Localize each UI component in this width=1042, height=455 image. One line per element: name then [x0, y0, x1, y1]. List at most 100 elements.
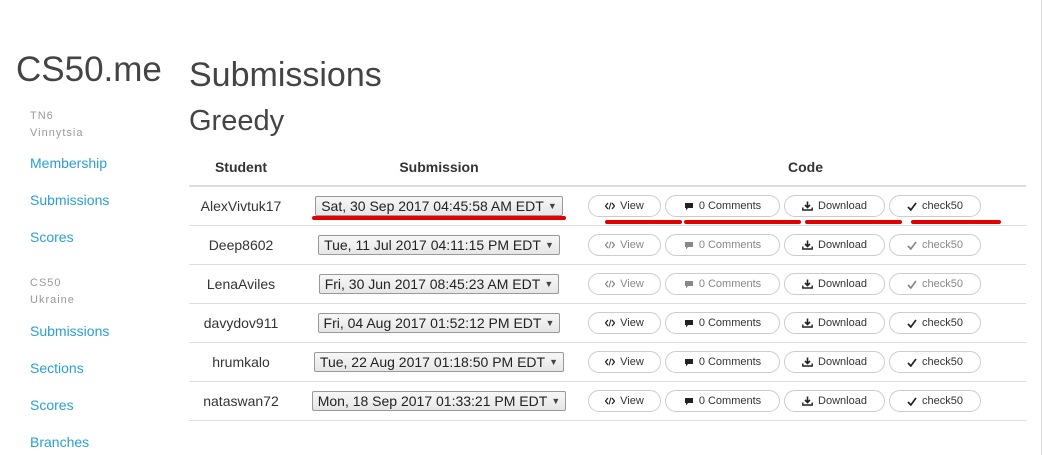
check50-button-label: check50 [922, 317, 963, 329]
view-button[interactable]: View [588, 312, 661, 334]
check-icon [907, 357, 917, 367]
dropdown-caret-icon: ▼ [545, 318, 555, 328]
highlight-underline-view [605, 220, 682, 224]
comments-button-label: 0 Comments [698, 395, 762, 407]
submission-cell: Tue, 22 Aug 2017 01:18:50 PM EDT ▼ [293, 342, 585, 382]
view-button[interactable]: View [588, 195, 661, 217]
comment-icon [684, 358, 694, 367]
view-button[interactable]: View [588, 351, 661, 373]
sidebar-item-scores[interactable]: Scores [30, 229, 74, 245]
check50-button-label: check50 [922, 278, 963, 290]
view-button[interactable]: View [588, 234, 661, 256]
submissions-table: Student Submission Code AlexVivtuk17 Sat… [189, 149, 1026, 421]
view-button[interactable]: View [588, 273, 661, 295]
comments-button[interactable]: 0 Comments [665, 234, 780, 256]
download-icon [802, 357, 813, 367]
code-cell: View 0 Comments Download check50 [585, 342, 1026, 382]
sidebar-item-sections[interactable]: Sections [30, 360, 84, 376]
check50-button[interactable]: check50 [889, 195, 981, 217]
comment-icon [684, 202, 694, 211]
submission-select-value: Fri, 30 Jun 2017 08:45:23 AM EDT [324, 276, 541, 292]
student-cell: hrumkalo [189, 342, 293, 382]
download-button-label: Download [818, 356, 867, 368]
submission-select[interactable]: Sat, 30 Sep 2017 04:45:58 AM EDT ▼ [315, 196, 563, 216]
student-name: AlexVivtuk17 [200, 198, 282, 214]
submission-cell: Tue, 11 Jul 2017 04:11:15 PM EDT ▼ [293, 225, 585, 265]
student-cell: nataswan72 [189, 381, 293, 421]
submission-select[interactable]: Fri, 04 Aug 2017 01:52:12 PM EDT ▼ [317, 313, 561, 333]
highlight-underline-check50 [911, 220, 1001, 224]
dropdown-caret-icon: ▼ [551, 396, 561, 406]
code-cell: View 0 Comments Download check50 [585, 381, 1026, 421]
check50-button-label: check50 [922, 200, 963, 212]
view-button-label: View [620, 278, 644, 290]
submission-cell: Fri, 04 Aug 2017 01:52:12 PM EDT ▼ [293, 303, 585, 343]
comments-button[interactable]: 0 Comments [665, 273, 780, 295]
sidebar-group-title: TN6 Vinnytsia [30, 108, 83, 142]
table-row: hrumkalo Tue, 22 Aug 2017 01:18:50 PM ED… [189, 342, 1026, 382]
view-button-label: View [620, 239, 644, 251]
group-name: TN6 [30, 110, 54, 122]
download-icon [802, 201, 813, 211]
download-button[interactable]: Download [784, 273, 885, 295]
download-button[interactable]: Download [784, 351, 885, 373]
check-icon [907, 201, 917, 211]
view-button-label: View [620, 317, 644, 329]
download-button[interactable]: Download [784, 390, 885, 412]
download-icon [802, 318, 813, 328]
download-button[interactable]: Download [784, 195, 885, 217]
student-cell: davydov911 [189, 303, 293, 343]
check50-button[interactable]: check50 [889, 312, 981, 334]
column-header-student: Student [189, 149, 293, 187]
check50-button[interactable]: check50 [889, 351, 981, 373]
check-icon [907, 240, 917, 250]
check-icon [907, 318, 917, 328]
highlight-underline-submission [312, 216, 566, 220]
code-cell: View 0 Comments Download check50 [585, 264, 1026, 304]
check50-button[interactable]: check50 [889, 390, 981, 412]
download-icon [802, 396, 813, 406]
download-button-label: Download [818, 200, 867, 212]
student-name: nataswan72 [203, 393, 279, 409]
column-header-submission: Submission [293, 149, 585, 187]
comments-button[interactable]: 0 Comments [665, 390, 780, 412]
brand-logo[interactable]: CS50.me [16, 50, 162, 90]
code-button-group: View 0 Comments Download check50 [588, 273, 1026, 295]
comments-button[interactable]: 0 Comments [665, 351, 780, 373]
download-icon [802, 240, 813, 250]
code-icon [605, 241, 616, 249]
comments-button[interactable]: 0 Comments [665, 312, 780, 334]
comment-icon [684, 280, 694, 289]
dropdown-caret-icon: ▼ [549, 357, 559, 367]
table-row: nataswan72 Mon, 18 Sep 2017 01:33:21 PM … [189, 381, 1026, 421]
sidebar-item-submissions[interactable]: Submissions [30, 192, 109, 208]
submission-select-value: Mon, 18 Sep 2017 01:33:21 PM EDT [317, 393, 548, 409]
table-row: LenaAviles Fri, 30 Jun 2017 08:45:23 AM … [189, 264, 1026, 304]
code-icon [605, 358, 616, 366]
download-button-label: Download [818, 278, 867, 290]
code-button-group: View 0 Comments Download check50 [588, 351, 1026, 373]
submission-select[interactable]: Mon, 18 Sep 2017 01:33:21 PM EDT ▼ [311, 391, 567, 411]
submission-select[interactable]: Tue, 22 Aug 2017 01:18:50 PM EDT ▼ [313, 352, 565, 372]
highlight-underline-download [805, 220, 902, 224]
sidebar-item-membership[interactable]: Membership [30, 155, 107, 171]
submission-cell: Fri, 30 Jun 2017 08:45:23 AM EDT ▼ [293, 264, 585, 304]
code-button-group: View 0 Comments Download check50 [588, 195, 1026, 217]
check50-button[interactable]: check50 [889, 273, 981, 295]
student-name: davydov911 [203, 315, 279, 331]
group-location: Ukraine [30, 294, 75, 306]
code-icon [605, 280, 616, 288]
sidebar-item-scores[interactable]: Scores [30, 397, 74, 413]
student-name: hrumkalo [212, 354, 270, 370]
check50-button-label: check50 [922, 239, 963, 251]
download-button[interactable]: Download [784, 234, 885, 256]
sidebar-item-branches[interactable]: Branches [30, 434, 89, 450]
submission-select[interactable]: Tue, 11 Jul 2017 04:11:15 PM EDT ▼ [318, 235, 560, 255]
comments-button-label: 0 Comments [698, 239, 762, 251]
comments-button[interactable]: 0 Comments [665, 195, 780, 217]
download-button[interactable]: Download [784, 312, 885, 334]
view-button[interactable]: View [588, 390, 661, 412]
check50-button[interactable]: check50 [889, 234, 981, 256]
submission-select[interactable]: Fri, 30 Jun 2017 08:45:23 AM EDT ▼ [318, 274, 560, 294]
sidebar-item-submissions[interactable]: Submissions [30, 323, 109, 339]
